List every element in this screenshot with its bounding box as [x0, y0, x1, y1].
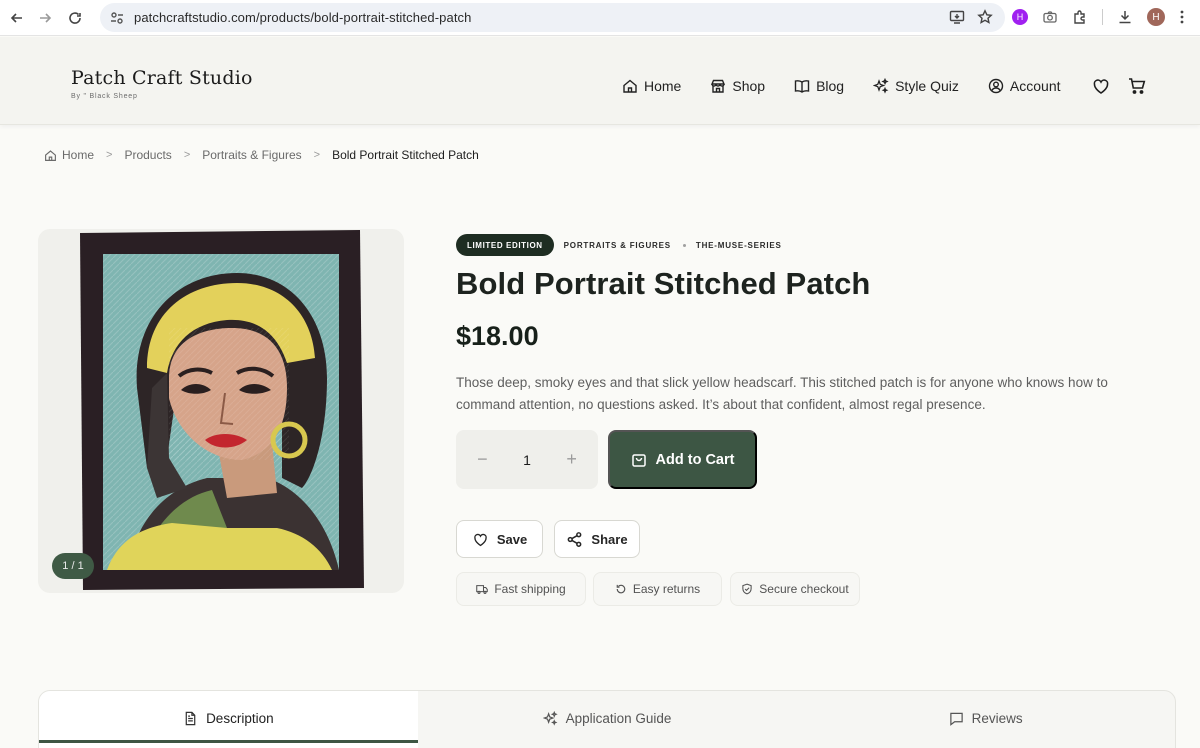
extension-icon[interactable]: H [1012, 9, 1028, 25]
home-icon [45, 149, 56, 161]
nav-home[interactable]: Home [622, 78, 681, 94]
nav-home-label: Home [644, 78, 682, 94]
sparkles-icon [873, 78, 889, 94]
nav-account[interactable]: Account [988, 78, 1061, 94]
series-tag[interactable]: THE-MUSE-SERIES [696, 241, 782, 250]
feature-easy-returns: Easy returns [593, 572, 722, 606]
tab-description[interactable]: Description [39, 691, 418, 748]
user-circle-icon [988, 78, 1004, 94]
category-tag[interactable]: PORTRAITS & FIGURES [564, 241, 671, 250]
home-icon [623, 79, 637, 93]
fast-shipping-label: Fast shipping [494, 582, 566, 596]
extensions-puzzle-icon[interactable] [1072, 9, 1088, 25]
store-icon [711, 79, 726, 93]
breadcrumb-products[interactable]: Products [124, 148, 171, 162]
browser-toolbar: patchcraftstudio.com/products/bold-portr… [0, 0, 1200, 36]
tag-separator [682, 243, 686, 247]
url-text: patchcraftstudio.com/products/bold-portr… [134, 10, 472, 25]
profile-avatar[interactable]: H [1147, 8, 1165, 26]
nav-blog-label: Blog [816, 78, 845, 94]
site-settings-icon[interactable] [110, 11, 124, 25]
brand-name: Patch Craft Studio [71, 67, 253, 89]
download-icon[interactable] [1117, 9, 1133, 25]
add-to-cart-button[interactable]: Add to Cart [608, 430, 757, 489]
brand-logo[interactable]: Patch Craft Studio By " Black Sheep [71, 67, 253, 100]
product-description: Those deep, smoky eyes and that slick ye… [456, 375, 1108, 412]
tab-reviews[interactable]: Reviews [796, 691, 1175, 748]
feature-fast-shipping: Fast shipping [456, 572, 586, 606]
tab-application-guide[interactable]: Application Guide [418, 691, 797, 748]
quantity-increase-button[interactable]: + [560, 449, 584, 470]
site-header: Patch Craft Studio By " Black Sheep Home… [0, 37, 1200, 125]
sparkles-icon [542, 710, 558, 726]
camera-extension-icon[interactable] [1042, 9, 1058, 25]
reload-icon[interactable] [64, 7, 86, 29]
file-text-icon [185, 711, 196, 725]
chevron-right-icon: > [183, 149, 191, 161]
truck-icon [476, 585, 489, 594]
quantity-value[interactable]: 1 [523, 452, 531, 468]
shield-check-icon [742, 583, 752, 595]
forward-icon[interactable] [34, 7, 56, 29]
product-title: Bold Portrait Stitched Patch [456, 266, 871, 301]
main-nav: Home Shop Blog Style Quiz Account [622, 75, 1162, 97]
back-icon[interactable] [6, 7, 28, 29]
share-button[interactable]: Share [554, 520, 640, 558]
breadcrumb: Home > Products > Portraits & Figures > … [44, 148, 479, 162]
share-icon [568, 531, 582, 547]
install-app-icon[interactable] [949, 9, 965, 25]
bookmark-star-icon[interactable] [977, 9, 993, 25]
product-tags: LIMITED EDITION PORTRAITS & FIGURES THE-… [456, 234, 782, 256]
tab-application-guide-label: Application Guide [565, 710, 672, 726]
save-button[interactable]: Save [456, 520, 543, 558]
easy-returns-label: Easy returns [632, 582, 701, 596]
chevron-right-icon: > [313, 149, 321, 161]
nav-style-quiz[interactable]: Style Quiz [873, 78, 959, 94]
nav-account-label: Account [1009, 78, 1061, 94]
browser-menu-icon[interactable] [1179, 9, 1185, 25]
product-price: $18.00 [456, 321, 539, 351]
add-to-cart-label: Add to Cart [655, 451, 735, 468]
tab-reviews-label: Reviews [971, 710, 1023, 726]
address-bar[interactable]: patchcraftstudio.com/products/bold-portr… [100, 3, 1005, 32]
breadcrumb-category[interactable]: Portraits & Figures [202, 148, 301, 162]
breadcrumb-home-label: Home [62, 148, 95, 162]
heart-icon [474, 533, 487, 546]
book-open-icon [794, 80, 810, 93]
shopping-bag-icon [631, 453, 646, 467]
breadcrumb-current: Bold Portrait Stitched Patch [332, 148, 479, 162]
nav-blog[interactable]: Blog [794, 78, 844, 94]
rotate-ccw-icon [616, 584, 626, 594]
limited-edition-badge: LIMITED EDITION [456, 234, 554, 256]
wishlist-heart-icon[interactable] [1090, 75, 1112, 97]
product-tabs: Description Application Guide Reviews [38, 690, 1176, 748]
nav-style-quiz-label: Style Quiz [895, 78, 959, 94]
quantity-stepper: − 1 + [456, 430, 598, 489]
brand-tagline: By " Black Sheep [71, 93, 138, 100]
nav-shop[interactable]: Shop [710, 78, 765, 94]
product-image[interactable] [77, 228, 367, 592]
secure-checkout-label: Secure checkout [759, 582, 849, 596]
save-label: Save [496, 531, 528, 547]
share-label: Share [591, 531, 628, 547]
message-square-icon [949, 712, 963, 726]
chevron-right-icon: > [106, 149, 113, 161]
breadcrumb-home[interactable]: Home [44, 148, 94, 162]
image-counter: 1 / 1 [52, 553, 94, 579]
quantity-decrease-button[interactable]: − [470, 449, 494, 470]
tab-description-label: Description [206, 710, 274, 726]
feature-secure-checkout: Secure checkout [730, 572, 860, 606]
nav-shop-label: Shop [732, 78, 766, 94]
cart-icon[interactable] [1126, 75, 1148, 97]
